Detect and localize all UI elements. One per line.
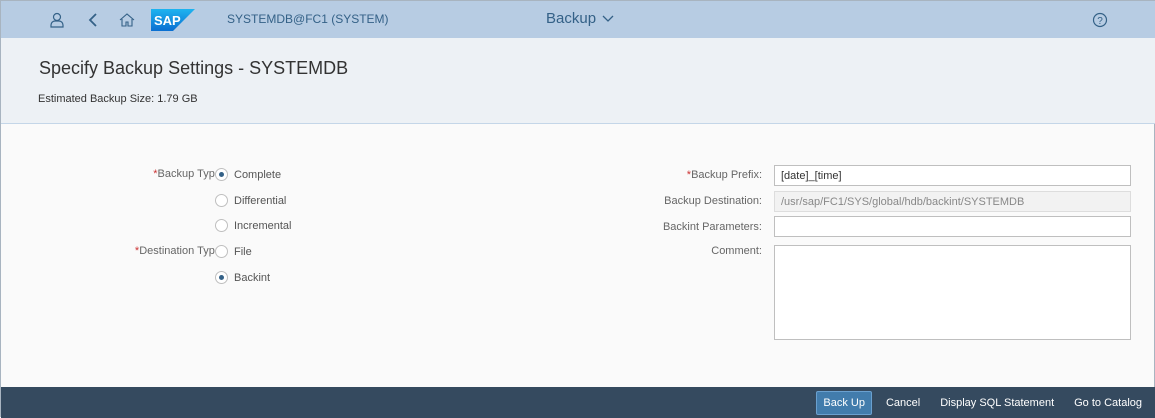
- radio-button[interactable]: [215, 194, 228, 207]
- svg-text:?: ?: [1097, 16, 1103, 27]
- cancel-button[interactable]: Cancel: [880, 392, 926, 414]
- sap-logo: SAP: [151, 9, 195, 31]
- page-title: Specify Backup Settings - SYSTEMDB: [39, 58, 349, 78]
- page-header: Specify Backup Settings - SYSTEMDB Estim…: [1, 38, 1155, 124]
- display-sql-button[interactable]: Display SQL Statement: [934, 392, 1060, 414]
- radio-file[interactable]: File: [215, 245, 252, 258]
- user-icon[interactable]: [47, 10, 67, 30]
- shell-bar: SAP SYSTEMDB@FC1 (SYSTEM) Backup ?: [1, 1, 1155, 38]
- backup-destination-label: Backup Destination:: [664, 195, 762, 207]
- radio-button[interactable]: [215, 245, 228, 258]
- footer-toolbar: Back Up Cancel Display SQL Statement Go …: [1, 387, 1155, 418]
- radio-complete[interactable]: Complete: [215, 168, 281, 181]
- system-label: SYSTEMDB@FC1 (SYSTEM): [227, 12, 389, 26]
- chevron-down-icon: [602, 15, 614, 22]
- comment-label: Comment:: [711, 245, 762, 257]
- help-icon[interactable]: ?: [1090, 10, 1110, 30]
- radio-button[interactable]: [215, 271, 228, 284]
- backup-type-label: *Backup Type:: [153, 168, 224, 180]
- radio-differential[interactable]: Differential: [215, 194, 286, 207]
- radio-backint[interactable]: Backint: [215, 271, 270, 284]
- app-title-menu[interactable]: Backup: [546, 10, 614, 27]
- backint-parameters-label: Backint Parameters:: [662, 221, 762, 233]
- estimated-size: Estimated Backup Size: 1.79 GB: [38, 93, 198, 105]
- back-up-button[interactable]: Back Up: [816, 390, 872, 415]
- back-icon[interactable]: [83, 10, 103, 30]
- radio-button[interactable]: [215, 168, 228, 181]
- backup-prefix-input[interactable]: [date]_[time]: [774, 165, 1131, 186]
- app-title: Backup: [546, 10, 597, 27]
- home-icon[interactable]: [117, 10, 137, 30]
- go-to-catalog-button[interactable]: Go to Catalog: [1068, 392, 1148, 414]
- radio-button[interactable]: [215, 219, 228, 232]
- backup-prefix-label: *Backup Prefix:: [686, 169, 762, 181]
- comment-textarea[interactable]: [774, 245, 1131, 340]
- svg-text:SAP: SAP: [154, 13, 181, 28]
- destination-type-label: *Destination Type:: [134, 245, 224, 257]
- radio-incremental[interactable]: Incremental: [215, 219, 291, 232]
- backint-parameters-input[interactable]: [774, 216, 1131, 237]
- backup-destination-field: /usr/sap/FC1/SYS/global/hdb/backint/SYST…: [774, 191, 1131, 212]
